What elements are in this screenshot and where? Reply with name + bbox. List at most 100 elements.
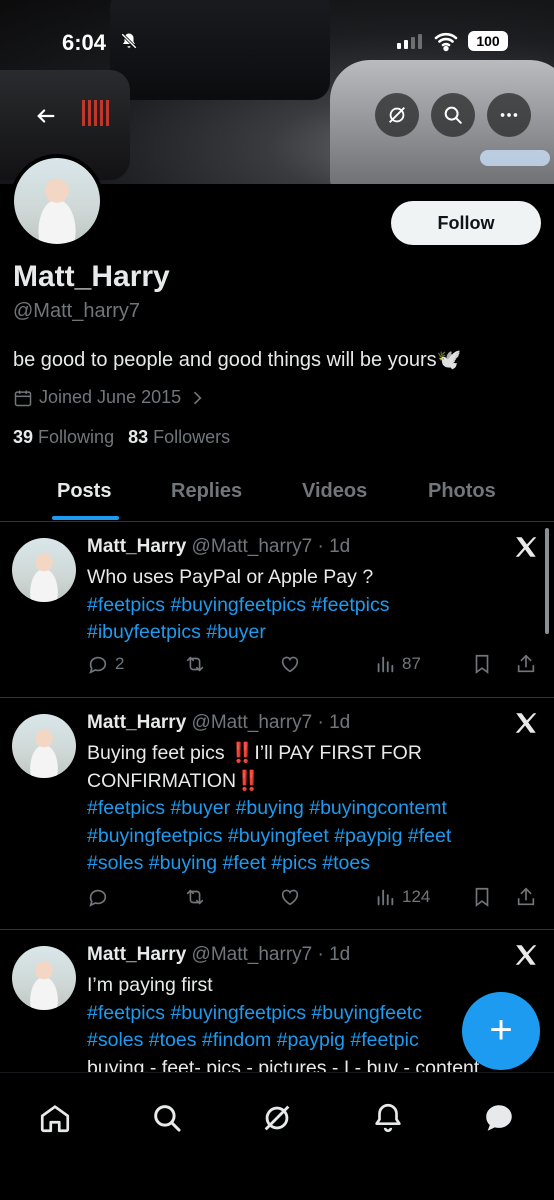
post-text: I’m paying first #feetpics #buyingfeetpi… — [87, 972, 527, 1072]
profile-tabs: Posts Replies Videos Photos — [0, 460, 554, 522]
post-header: Matt_Harry @Matt_harry7 · 1d — [87, 944, 350, 966]
post-actions: 124 — [87, 886, 547, 914]
wifi-icon — [434, 30, 458, 58]
post-author-name[interactable]: Matt_Harry — [87, 536, 186, 557]
avatar-image — [12, 946, 76, 1010]
post-meta: @Matt_harry7 · 1d — [191, 536, 351, 557]
banner-image-taillight — [82, 100, 112, 126]
bookmark-button[interactable] — [471, 653, 493, 675]
scrollbar[interactable] — [545, 528, 549, 634]
battery-indicator: 100 — [468, 31, 508, 51]
post-avatar[interactable] — [12, 946, 76, 1010]
joined-date[interactable]: Joined June 2015 — [13, 387, 207, 408]
post-text-line: CONFIRMATION‼️ — [87, 769, 261, 792]
post-meta: @Matt_harry7 · 1d — [191, 712, 351, 733]
bottom-nav — [0, 1072, 554, 1200]
tab-videos[interactable]: Videos — [302, 480, 367, 503]
like-button[interactable] — [279, 653, 301, 675]
post-hashtags[interactable]: #feetpics #buyer #buying #buyingcontemt — [87, 795, 507, 823]
bookmark-icon — [475, 654, 489, 674]
back-arrow-icon[interactable] — [26, 96, 66, 136]
profile-bio: be good to people and good things will b… — [13, 349, 462, 371]
x-logo-icon[interactable] — [513, 710, 539, 736]
views-icon — [377, 889, 394, 906]
repost-icon — [186, 656, 204, 672]
post-avatar[interactable] — [12, 714, 76, 778]
home-icon[interactable] — [38, 1101, 72, 1135]
chevron-right-icon — [194, 391, 202, 404]
post-text-line: Buying feet pics ‼️I’ll PAY FIRST FOR — [87, 742, 422, 764]
tab-photos[interactable]: Photos — [428, 480, 496, 503]
compose-plus-icon[interactable]: + — [462, 992, 540, 1070]
reply-icon — [89, 656, 107, 674]
followers-label: Followers — [153, 427, 231, 447]
like-button[interactable] — [279, 886, 301, 908]
post-author-name[interactable]: Matt_Harry — [87, 712, 186, 733]
followers-count: 83 — [128, 427, 149, 447]
more-icon[interactable] — [487, 93, 531, 137]
post-author-name[interactable]: Matt_Harry — [87, 944, 186, 965]
post-hashtags[interactable]: #feetpics #buyingfeetpics #buyingfeetc — [87, 1000, 527, 1028]
views-count: 124 — [402, 887, 431, 906]
post-hashtags[interactable]: #buyingfeetpics #buyingfeet #paypig #fee… — [87, 823, 507, 851]
avatar-image — [14, 158, 100, 244]
reply-button[interactable] — [87, 886, 109, 908]
post-text-line: Who uses PayPal or Apple Pay ? — [87, 566, 374, 588]
like-icon — [281, 889, 299, 906]
post-text: Buying feet pics ‼️I’ll PAY FIRST FOR CO… — [87, 740, 507, 878]
reply-count: 2 — [115, 654, 125, 673]
post-hashtags[interactable]: #soles #buying #feet #pics #toes — [87, 850, 507, 878]
post-item[interactable]: Matt_Harry @Matt_harry7 · 1d Who uses Pa… — [0, 522, 554, 698]
post-text-line: buying - feet- pics - pictures - I - buy… — [87, 1056, 480, 1073]
share-button[interactable] — [515, 653, 537, 675]
x-logo-icon[interactable] — [513, 534, 539, 560]
grok-icon[interactable] — [375, 93, 419, 137]
like-icon — [281, 656, 299, 673]
post-text-line: I’m paying first — [87, 974, 213, 996]
profile-avatar[interactable] — [10, 154, 104, 248]
following-label: Following — [38, 427, 115, 447]
profile-handle: @Matt_harry7 — [13, 300, 141, 322]
views-icon — [377, 656, 394, 673]
x-logo-icon[interactable] — [513, 942, 539, 968]
messages-icon[interactable] — [482, 1101, 516, 1135]
active-tab-indicator — [52, 516, 119, 520]
bookmark-icon — [475, 887, 489, 907]
banner-image-headlight — [480, 150, 550, 166]
reply-button[interactable]: 2 — [87, 653, 124, 675]
search-icon[interactable] — [431, 93, 475, 137]
share-button[interactable] — [515, 886, 537, 908]
tab-posts[interactable]: Posts — [57, 480, 111, 503]
post-header: Matt_Harry @Matt_harry7 · 1d — [87, 536, 350, 558]
post-hashtags[interactable]: #soles #toes #findom #paypig #feetpic — [87, 1027, 527, 1055]
share-icon — [517, 887, 535, 906]
post-header: Matt_Harry @Matt_harry7 · 1d — [87, 712, 350, 734]
profile-name: Matt_Harry — [13, 260, 170, 293]
reply-icon — [89, 889, 107, 907]
notifications-icon[interactable] — [371, 1101, 405, 1135]
views-button[interactable]: 87 — [374, 653, 421, 675]
followers-link[interactable]: 83 Followers — [128, 427, 230, 448]
post-hashtags[interactable]: #ibuyfeetpics #buyer — [87, 619, 507, 647]
post-item[interactable]: Matt_Harry @Matt_harry7 · 1d Buying feet… — [0, 698, 554, 930]
follow-button[interactable]: Follow — [391, 201, 541, 245]
views-button[interactable]: 124 — [374, 886, 430, 908]
repost-button[interactable] — [184, 653, 206, 675]
tab-replies[interactable]: Replies — [171, 480, 242, 503]
status-bar: 6:04 100 — [0, 0, 554, 84]
avatar-image — [12, 538, 76, 602]
follow-counts: 39 Following 83 Followers — [13, 427, 230, 448]
status-time: 6:04 — [62, 30, 107, 55]
post-meta: @Matt_harry7 · 1d — [191, 944, 351, 965]
share-icon — [517, 654, 535, 673]
post-avatar[interactable] — [12, 538, 76, 602]
cellular-signal-icon — [397, 34, 422, 49]
joined-label: Joined June 2015 — [39, 387, 182, 407]
post-hashtags[interactable]: #feetpics #buyingfeetpics #feetpics — [87, 592, 507, 620]
following-link[interactable]: 39 Following — [13, 427, 114, 448]
repost-button[interactable] — [184, 886, 206, 908]
bookmark-button[interactable] — [471, 886, 493, 908]
following-count: 39 — [13, 427, 34, 447]
grok-icon[interactable] — [260, 1101, 294, 1135]
search-icon[interactable] — [150, 1101, 184, 1135]
